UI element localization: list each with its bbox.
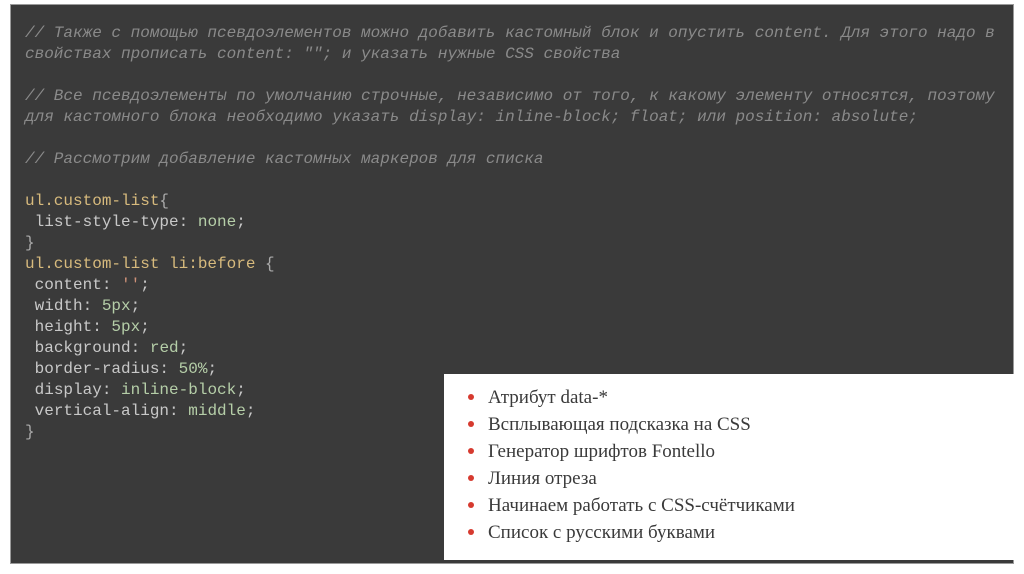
list-item: Линия отреза [482,465,998,492]
code-token: 50% [169,360,207,378]
list-item: Список с русскими буквами [482,519,998,546]
code-token: none [188,213,236,231]
code-token: ul [25,255,44,273]
code-token: ; [207,360,217,378]
code-token: ; [236,381,246,399]
code-token: .custom-list [44,255,159,273]
code-token: middle [179,402,246,420]
code-token: display: [25,381,111,399]
code-token: content: [25,276,111,294]
code-token: } [25,234,35,252]
code-token: ; [179,339,189,357]
code-token: background: [25,339,140,357]
comment-3: // Рассмотрим добавление кастомных марке… [25,150,543,168]
code-token: .custom-list [44,192,159,210]
example-list-panel: Атрибут data-* Всплывающая подсказка на … [444,374,1014,560]
code-token: li:before [159,255,265,273]
code-token: ul [25,192,44,210]
code-token: ; [236,213,246,231]
example-list: Атрибут data-* Всплывающая подсказка на … [460,384,998,546]
list-item: Начинаем работать с CSS-счётчиками [482,492,998,519]
code-token: ; [131,297,141,315]
code-token: 5px [102,318,140,336]
list-item: Генератор шрифтов Fontello [482,438,998,465]
code-token: ; [246,402,256,420]
code-token: border-radius: [25,360,169,378]
comment-2: // Все псевдоэлементы по умолчанию строч… [25,87,1004,126]
code-token: ; [140,276,150,294]
code-token: width: [25,297,92,315]
list-item: Всплывающая подсказка на CSS [482,411,998,438]
comment-1: // Также с помощью псевдоэлементов можно… [25,24,1004,63]
code-token: { [159,192,169,210]
code-token: vertical-align: [25,402,179,420]
code-token: '' [111,276,140,294]
code-token: red [140,339,178,357]
code-token: inline-block [111,381,236,399]
code-token: height: [25,318,102,336]
code-token: list-style-type: [25,213,188,231]
code-token: ; [140,318,150,336]
list-item: Атрибут data-* [482,384,998,411]
code-token: { [265,255,275,273]
code-token: } [25,423,35,441]
code-token: 5px [92,297,130,315]
